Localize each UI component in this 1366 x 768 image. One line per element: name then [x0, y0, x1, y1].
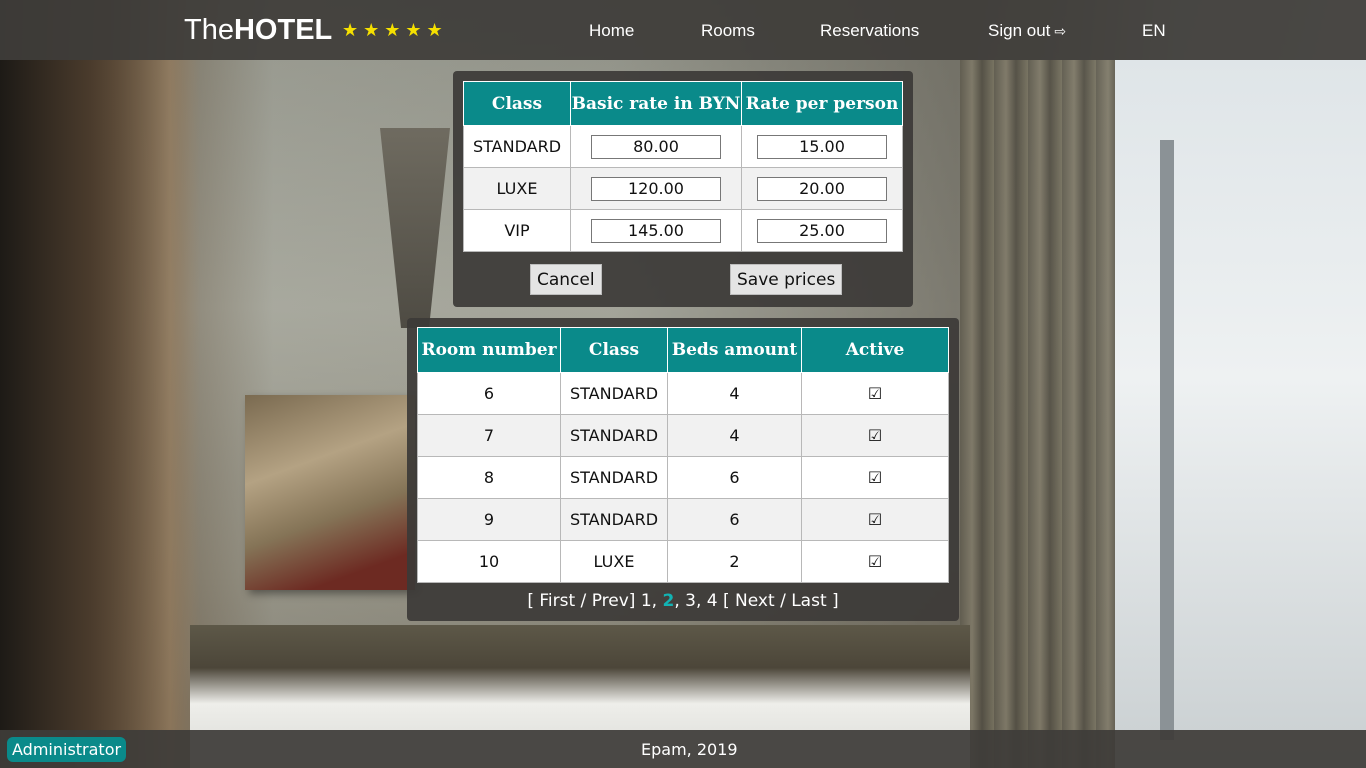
background-curtain [960, 60, 1115, 768]
background-left-shade [0, 60, 200, 768]
nav-rooms-link[interactable]: Rooms [701, 21, 755, 41]
pager-next-link[interactable]: Next [735, 591, 775, 611]
brand-logo[interactable]: TheHOTEL [184, 14, 332, 47]
room-class-cell: LUXE [560, 540, 668, 583]
pager-bracket: [ [723, 591, 730, 611]
room-beds-cell: 2 [667, 540, 802, 583]
pager-page-current[interactable]: 2 [662, 591, 674, 611]
room-active-cell: ☑ [801, 498, 949, 541]
room-active-cell: ☑ [801, 540, 949, 583]
room-row[interactable]: 8 STANDARD 6 ☑ [417, 456, 949, 499]
room-class-cell: STANDARD [560, 372, 668, 415]
room-number-cell: 9 [417, 498, 561, 541]
room-row[interactable]: 6 STANDARD 4 ☑ [417, 372, 949, 415]
nav-reservations-link[interactable]: Reservations [820, 21, 919, 41]
room-number-cell: 7 [417, 414, 561, 457]
brand-name: HOTEL [233, 14, 333, 46]
pager-bracket: ] [832, 591, 839, 611]
person-rate-cell [741, 167, 903, 210]
rates-row: VIP [463, 209, 903, 252]
rate-class-cell: STANDARD [463, 125, 571, 168]
room-beds-cell: 4 [667, 372, 802, 415]
room-class-cell: STANDARD [560, 414, 668, 457]
footer: Administrator Epam, 2019 [0, 730, 1366, 768]
checkbox-checked-icon: ☑ [867, 468, 883, 487]
background-painting [245, 395, 415, 590]
pager-slash: / [580, 591, 587, 611]
rates-row: STANDARD [463, 125, 903, 168]
pager-prev-link[interactable]: Prev [592, 591, 629, 611]
rooms-table: Room number Class Beds amount Active 6 S… [417, 327, 949, 583]
rates-header-row: Class Basic rate in BYN Rate per person [463, 81, 903, 126]
pager-bracket: [ [527, 591, 534, 611]
nav-home-link[interactable]: Home [589, 21, 634, 41]
person-rate-cell [741, 125, 903, 168]
nav-signout-link[interactable]: Sign out ⇨ [988, 21, 1066, 41]
room-class-cell: STANDARD [560, 498, 668, 541]
room-active-cell: ☑ [801, 414, 949, 457]
person-rate-input[interactable] [757, 218, 887, 243]
rates-header-person: Rate per person [741, 81, 903, 126]
rooms-header-class: Class [560, 327, 668, 373]
room-active-cell: ☑ [801, 372, 949, 415]
save-prices-button[interactable]: Save prices [730, 264, 843, 295]
rate-class-cell: VIP [463, 209, 571, 252]
star-rating-icon: ★★★★★ [342, 20, 448, 41]
rates-row: LUXE [463, 167, 903, 210]
signout-label: Sign out [988, 21, 1051, 40]
basic-rate-cell [570, 167, 742, 210]
background-window-frame [1160, 140, 1174, 740]
pager-bracket: ] [628, 591, 636, 611]
room-row[interactable]: 10 LUXE 2 ☑ [417, 540, 949, 583]
rates-header-basic: Basic rate in BYN [570, 81, 742, 126]
rooms-header-row: Room number Class Beds amount Active [417, 327, 949, 373]
room-number-cell: 8 [417, 456, 561, 499]
pagination: [ First / Prev] 1, 2, 3, 4 [ Next / Last… [527, 591, 839, 611]
copyright-text: Epam, 2019 [641, 740, 738, 759]
person-rate-cell [741, 209, 903, 252]
room-number-cell: 6 [417, 372, 561, 415]
room-number-cell: 10 [417, 540, 561, 583]
pager-page-4[interactable]: 4 [707, 591, 718, 611]
person-rate-input[interactable] [757, 134, 887, 159]
checkbox-checked-icon: ☑ [867, 510, 883, 529]
background-window [1115, 60, 1366, 768]
rooms-header-active: Active [801, 327, 949, 373]
role-badge: Administrator [7, 737, 127, 762]
language-selector[interactable]: EN [1142, 21, 1166, 41]
room-beds-cell: 4 [667, 414, 802, 457]
rates-header-class: Class [463, 81, 571, 126]
basic-rate-cell [570, 209, 742, 252]
basic-rate-input[interactable] [591, 176, 721, 201]
room-active-cell: ☑ [801, 456, 949, 499]
pager-page-1[interactable]: 1 [641, 591, 652, 611]
rate-class-cell: LUXE [463, 167, 571, 210]
pager-slash: / [780, 591, 786, 611]
checkbox-checked-icon: ☑ [867, 384, 883, 403]
basic-rate-cell [570, 125, 742, 168]
rates-table: Class Basic rate in BYN Rate per person … [463, 81, 903, 252]
checkbox-checked-icon: ☑ [867, 426, 883, 445]
room-beds-cell: 6 [667, 456, 802, 499]
basic-rate-input[interactable] [591, 218, 721, 243]
person-rate-input[interactable] [757, 176, 887, 201]
room-beds-cell: 6 [667, 498, 802, 541]
sign-out-icon: ⇨ [1054, 23, 1067, 39]
room-row[interactable]: 9 STANDARD 6 ☑ [417, 498, 949, 541]
rooms-header-number: Room number [417, 327, 561, 373]
room-class-cell: STANDARD [560, 456, 668, 499]
pager-first-link[interactable]: First [539, 591, 575, 611]
checkbox-checked-icon: ☑ [867, 552, 883, 571]
room-row[interactable]: 7 STANDARD 4 ☑ [417, 414, 949, 457]
top-navbar: TheHOTEL ★★★★★ Home Rooms Reservations S… [0, 0, 1366, 60]
rooms-header-beds: Beds amount [667, 327, 802, 373]
brand-prefix: The [184, 14, 234, 46]
cancel-button[interactable]: Cancel [530, 264, 602, 295]
basic-rate-input[interactable] [591, 134, 721, 159]
pager-last-link[interactable]: Last [791, 591, 826, 611]
background-lamp [380, 128, 450, 328]
pager-page-3[interactable]: 3 [685, 591, 696, 611]
